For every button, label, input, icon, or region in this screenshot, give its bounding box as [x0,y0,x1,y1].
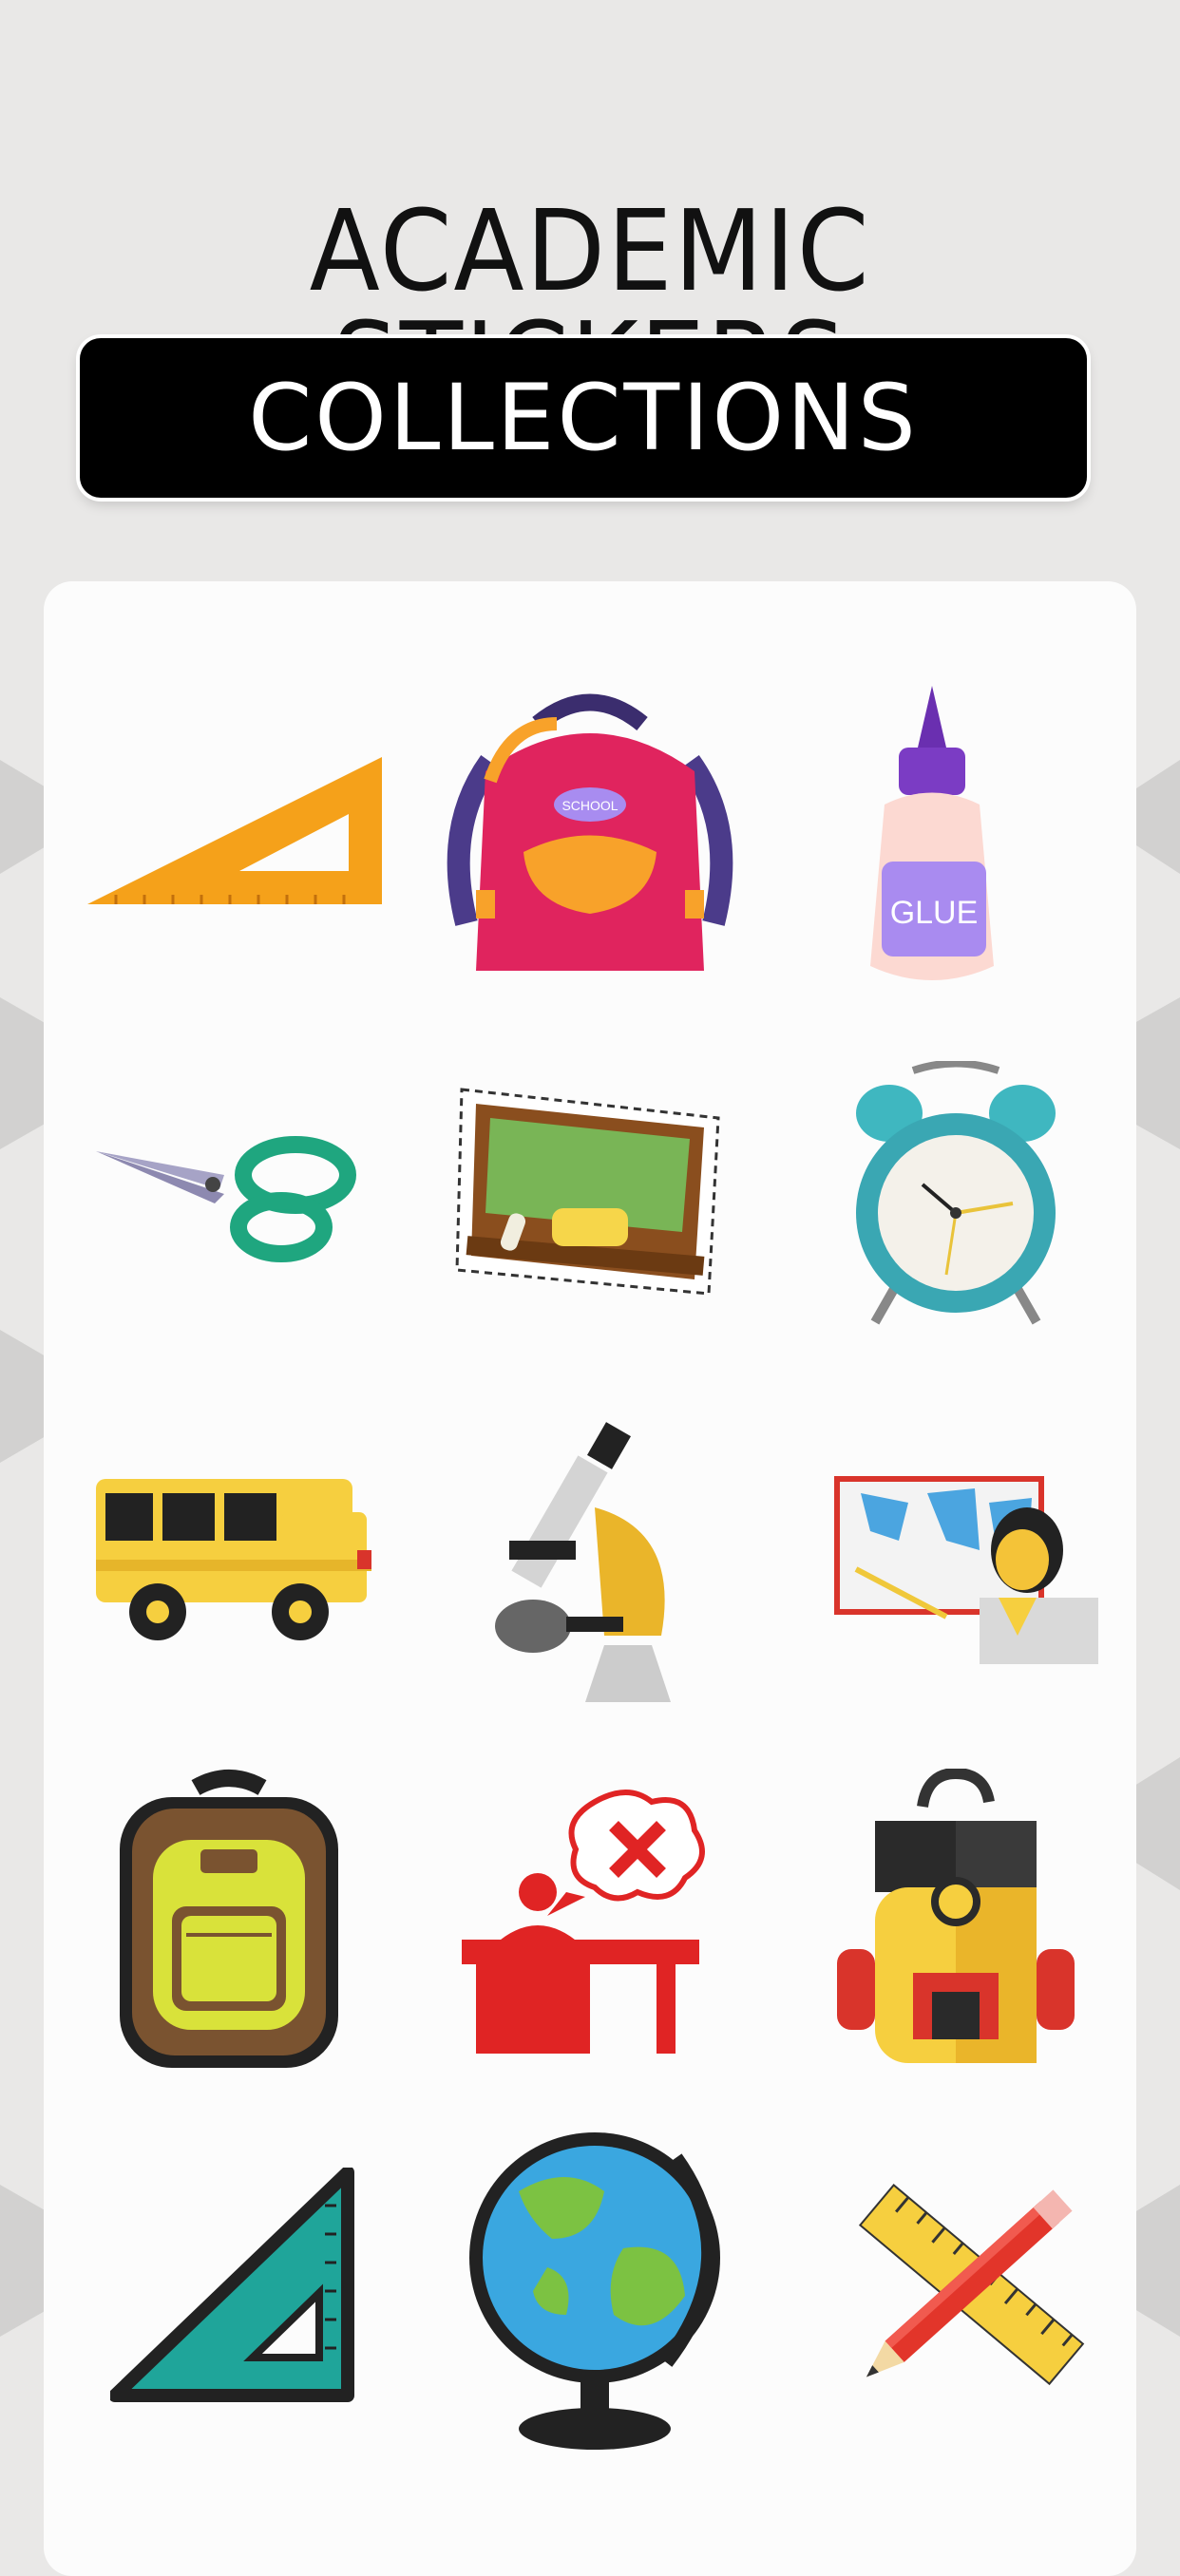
sticker-grid: SCHOOL GLUE [44,581,1136,2576]
triangle-ruler-icon[interactable] [110,2168,357,2405]
teacher-map-icon[interactable] [832,1474,1098,1664]
globe-icon[interactable] [462,2125,737,2453]
svg-text:SCHOOL: SCHOOL [561,798,618,813]
alarm-clock-icon[interactable] [851,1061,1060,1336]
school-backpack-icon[interactable]: SCHOOL [433,686,747,990]
collections-label: COLLECTIONS [248,365,919,471]
scissors-icon[interactable] [91,1123,376,1275]
brown-backpack-icon[interactable] [115,1769,343,2073]
pencil-ruler-icon[interactable] [828,2158,1113,2415]
chalkboard-icon[interactable] [452,1080,728,1317]
set-square-ruler-icon[interactable] [78,752,391,942]
school-bus-icon[interactable] [91,1469,376,1650]
svg-text:GLUE: GLUE [890,895,979,931]
glue-bottle-icon[interactable]: GLUE [851,681,1013,994]
microscope-icon[interactable] [490,1417,699,1712]
collections-banner[interactable]: COLLECTIONS [80,338,1087,498]
teacher-desk-wrong-icon[interactable] [462,1783,728,2058]
yellow-backpack-icon[interactable] [832,1769,1079,2073]
